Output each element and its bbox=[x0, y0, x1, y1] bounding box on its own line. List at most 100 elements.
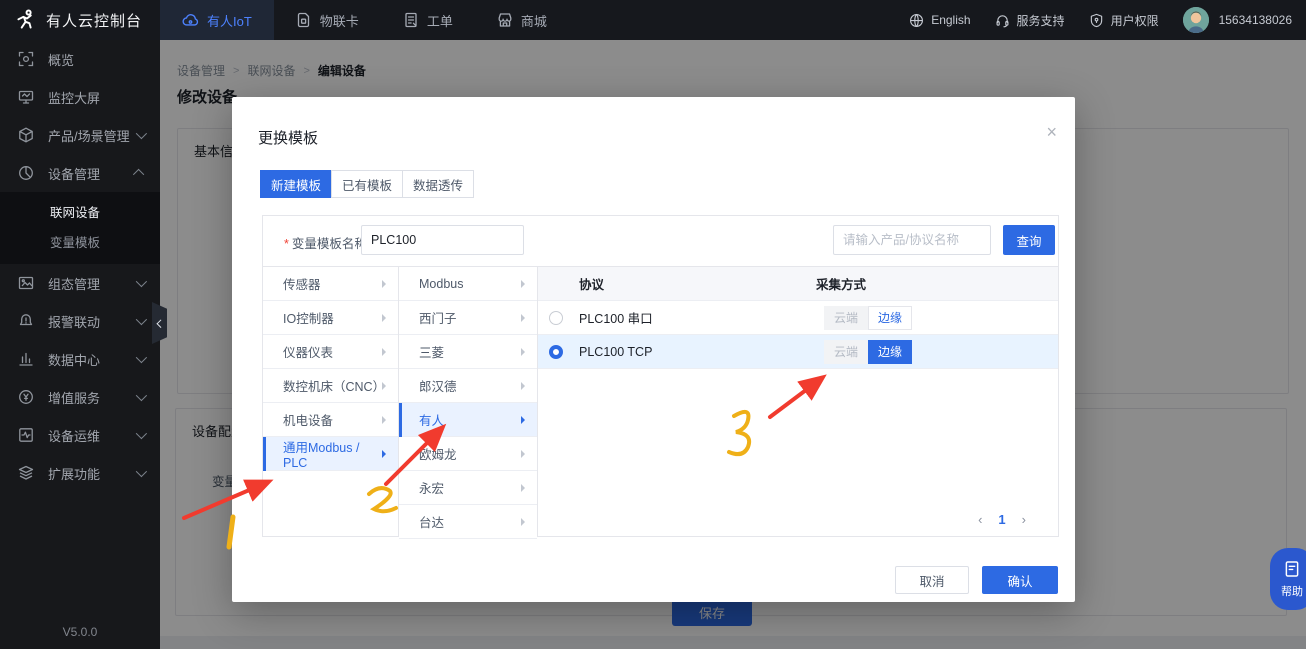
close-icon[interactable]: × bbox=[1046, 123, 1057, 141]
tab-new-template[interactable]: 新建模板 bbox=[260, 170, 332, 198]
template-name-input[interactable] bbox=[361, 225, 524, 255]
sidebar-item-variable-templates[interactable]: 变量模板 bbox=[0, 228, 160, 258]
user-permission[interactable]: 用户权限 bbox=[1089, 12, 1159, 29]
help-fab-button[interactable]: 帮助 bbox=[1270, 548, 1306, 610]
arrow-right-icon bbox=[521, 348, 525, 356]
sidebar-collapse-handle[interactable] bbox=[152, 302, 167, 344]
sidebar-item-device-management[interactable]: 设备管理 bbox=[0, 154, 160, 192]
category-io-controller[interactable]: IO控制器 bbox=[263, 301, 398, 335]
brand-langhande[interactable]: 郎汉德 bbox=[399, 369, 537, 403]
sidebar: 概览 监控大屏 产品/场景管理 设备管理 联网设备 变量 bbox=[0, 40, 160, 649]
pagination: ‹ 1 › bbox=[978, 512, 1026, 527]
service-support-label: 服务支持 bbox=[1017, 12, 1065, 29]
service-support[interactable]: 服务支持 bbox=[995, 12, 1065, 29]
template-name-label: *变量模板名称 bbox=[284, 233, 367, 252]
brand-usr[interactable]: 有人 bbox=[399, 403, 537, 437]
search-input[interactable] bbox=[833, 225, 991, 255]
sidebar-item-data-center[interactable]: 数据中心 bbox=[0, 340, 160, 378]
collect-mode-header-label: 采集方式 bbox=[816, 274, 866, 293]
sidebar-item-configuration[interactable]: 组态管理 bbox=[0, 264, 160, 302]
brand-modbus[interactable]: Modbus bbox=[399, 267, 537, 301]
change-template-modal: 更换模板 × 新建模板 已有模板 数据透传 *变量模板名称 查询 传感器 IO控… bbox=[232, 97, 1075, 602]
top-nav-right: English 服务支持 用户权限 bbox=[909, 7, 1306, 33]
modal-title: 更换模板 bbox=[258, 127, 318, 148]
arrow-right-icon bbox=[521, 416, 525, 424]
sidebar-item-device-ops[interactable]: 设备运维 bbox=[0, 416, 160, 454]
account-area[interactable]: 15634138026 bbox=[1183, 7, 1292, 33]
category-cnc[interactable]: 数控机床（CNC） bbox=[263, 369, 398, 403]
tab-existing-template[interactable]: 已有模板 bbox=[331, 170, 403, 198]
protocol-table-header: 协议 采集方式 bbox=[538, 267, 1058, 301]
pagination-next-icon[interactable]: › bbox=[1022, 512, 1026, 527]
sidebar-item-label: 概览 bbox=[48, 50, 74, 69]
nav-item-mall[interactable]: 商城 bbox=[475, 0, 569, 40]
brand-siemens[interactable]: 西门子 bbox=[399, 301, 537, 335]
sidebar-item-value-added[interactable]: 增值服务 bbox=[0, 378, 160, 416]
pagination-prev-icon[interactable]: ‹ bbox=[978, 512, 982, 527]
app-title: 有人云控制台 bbox=[46, 10, 142, 31]
submenu-item-label: 联网设备 bbox=[50, 206, 100, 220]
category-electromechanical[interactable]: 机电设备 bbox=[263, 403, 398, 437]
user-permission-label: 用户权限 bbox=[1111, 12, 1159, 29]
sidebar-item-alarm-linkage[interactable]: 报警联动 bbox=[0, 302, 160, 340]
language-label: English bbox=[931, 13, 970, 27]
sidebar-item-monitor-screen[interactable]: 监控大屏 bbox=[0, 78, 160, 116]
category-generic-modbus-plc[interactable]: 通用Modbus / PLC bbox=[263, 437, 398, 471]
help-label: 帮助 bbox=[1281, 583, 1303, 599]
avatar bbox=[1183, 7, 1209, 33]
brand-fatek[interactable]: 永宏 bbox=[399, 471, 537, 505]
language-switch[interactable]: English bbox=[909, 13, 970, 28]
chevron-up-icon bbox=[133, 169, 144, 180]
radio-unchecked-icon[interactable] bbox=[549, 311, 563, 325]
category-instruments[interactable]: 仪器仪表 bbox=[263, 335, 398, 369]
tab-data-passthrough[interactable]: 数据透传 bbox=[402, 170, 474, 198]
sidebar-item-extensions[interactable]: 扩展功能 bbox=[0, 454, 160, 492]
protocol-row-plc100-tcp[interactable]: PLC100 TCP 云端 边缘 bbox=[538, 335, 1058, 369]
cancel-button[interactable]: 取消 bbox=[895, 566, 969, 594]
edge-mode-button[interactable]: 边缘 bbox=[868, 306, 912, 330]
cloud-mode-button[interactable]: 云端 bbox=[824, 306, 868, 330]
radio-checked-icon[interactable] bbox=[549, 345, 563, 359]
monitor-icon bbox=[18, 89, 34, 105]
confirm-button[interactable]: 确认 bbox=[982, 566, 1058, 594]
pagination-page-1[interactable]: 1 bbox=[998, 512, 1005, 527]
shield-icon bbox=[1089, 13, 1104, 28]
search-button[interactable]: 查询 bbox=[1003, 225, 1055, 255]
sidebar-item-label: 报警联动 bbox=[48, 312, 100, 331]
pulse-icon bbox=[18, 427, 34, 443]
nav-item-usr-iot[interactable]: 有人IoT bbox=[160, 0, 274, 40]
protocol-row-plc100-serial[interactable]: PLC100 串口 云端 边缘 bbox=[538, 301, 1058, 335]
cloud-mode-button[interactable]: 云端 bbox=[824, 340, 868, 364]
sidebar-item-label: 设备管理 bbox=[48, 164, 100, 183]
brand-mitsubishi[interactable]: 三菱 bbox=[399, 335, 537, 369]
sim-card-icon bbox=[296, 12, 312, 28]
protocol-cascader: 传感器 IO控制器 仪器仪表 数控机床（CNC） 机电设备 通用Modbus /… bbox=[263, 266, 1058, 537]
chevron-down-icon bbox=[136, 128, 147, 139]
sidebar-item-label: 增值服务 bbox=[48, 388, 100, 407]
app-logo[interactable]: 有人云控制台 bbox=[0, 9, 160, 31]
arrow-right-icon bbox=[521, 314, 525, 322]
category-sensor[interactable]: 传感器 bbox=[263, 267, 398, 301]
brand-omron[interactable]: 欧姆龙 bbox=[399, 437, 537, 471]
arrow-right-icon bbox=[382, 416, 386, 424]
globe-icon bbox=[909, 13, 924, 28]
edge-mode-button-active[interactable]: 边缘 bbox=[868, 340, 912, 364]
arrow-right-icon bbox=[382, 314, 386, 322]
nav-item-iot-card[interactable]: 物联卡 bbox=[274, 0, 381, 40]
nav-item-label: 工单 bbox=[427, 11, 453, 30]
chevron-down-icon bbox=[136, 390, 147, 401]
sidebar-item-product-scene[interactable]: 产品/场景管理 bbox=[0, 116, 160, 154]
protocol-name: PLC100 TCP bbox=[579, 345, 652, 359]
app-version: V5.0.0 bbox=[0, 625, 160, 639]
brand-delta[interactable]: 台达 bbox=[399, 505, 537, 539]
template-tabs: 新建模板 已有模板 数据透传 bbox=[260, 170, 474, 198]
sidebar-item-networked-devices[interactable]: 联网设备 bbox=[0, 198, 160, 228]
sidebar-item-overview[interactable]: 概览 bbox=[0, 40, 160, 78]
layers-icon bbox=[18, 465, 34, 481]
arrow-right-icon bbox=[521, 280, 525, 288]
protocol-header-label: 协议 bbox=[579, 274, 816, 293]
alarm-icon bbox=[18, 313, 34, 329]
collect-mode-toggle: 云端 边缘 bbox=[824, 340, 912, 364]
account-number: 15634138026 bbox=[1219, 13, 1292, 27]
nav-item-work-order[interactable]: 工单 bbox=[381, 0, 475, 40]
